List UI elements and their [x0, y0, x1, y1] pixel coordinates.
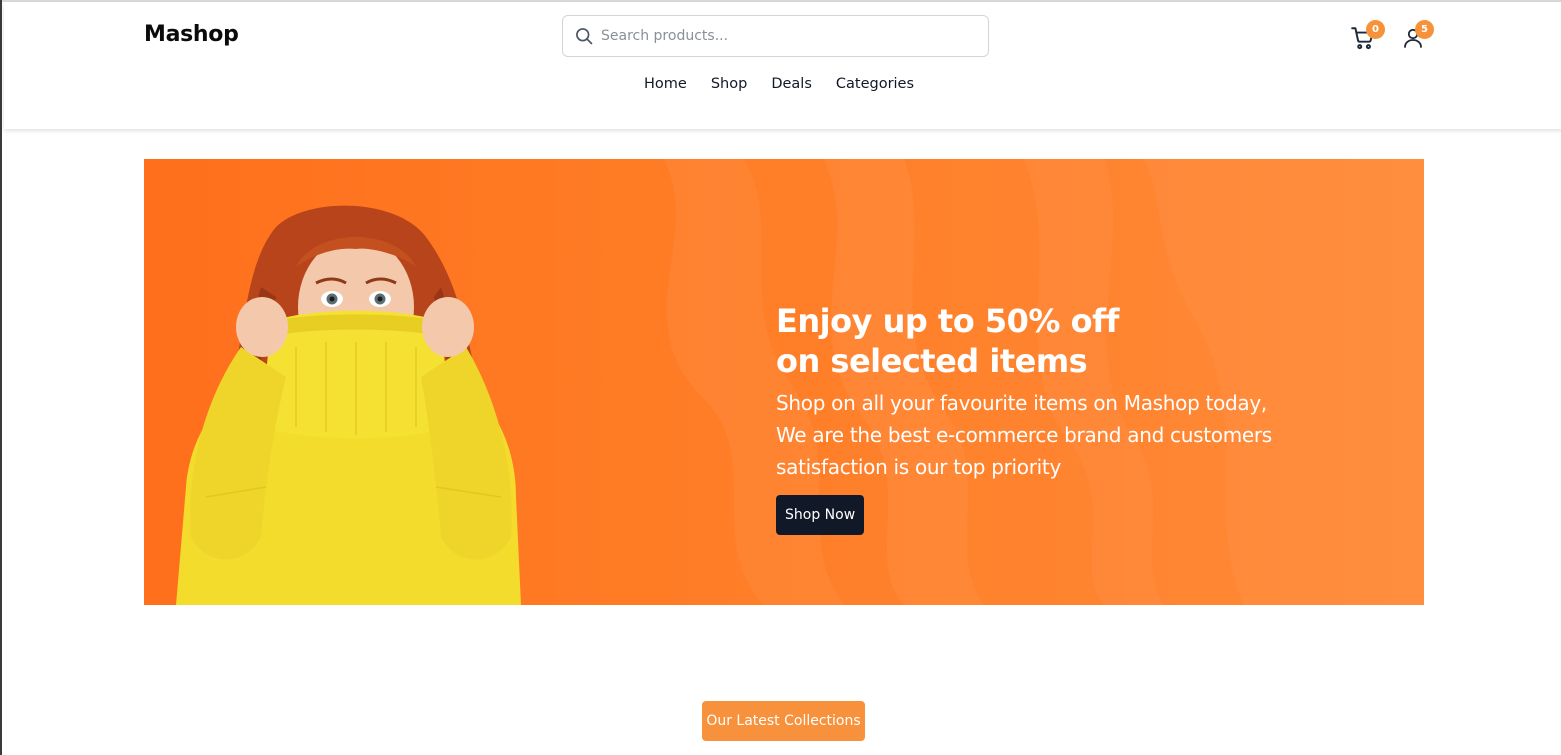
hero-subtitle: Shop on all your favourite items on Mash…: [776, 387, 1336, 483]
nav-categories[interactable]: Categories: [836, 76, 914, 96]
hero-subtitle-line1: Shop on all your favourite items on Mash…: [776, 391, 1267, 415]
hero-banner: Enjoy up to 50% off on selected items Sh…: [144, 159, 1424, 605]
search-bar: [562, 15, 989, 57]
hero-subtitle-line2: We are the best e-commerce brand and cus…: [776, 423, 1272, 447]
hero-title: Enjoy up to 50% off on selected items: [776, 301, 1336, 381]
site-header: Mashop Home Shop Deals Categories 0: [4, 2, 1561, 129]
hero-subtitle-line3: satisfaction is our top priority: [776, 455, 1061, 479]
site-logo[interactable]: Mashop: [144, 22, 239, 47]
cart-button[interactable]: 0: [1350, 20, 1385, 52]
nav-deals[interactable]: Deals: [771, 76, 812, 96]
cart-count-badge: 0: [1366, 20, 1385, 39]
hero-text-block: Enjoy up to 50% off on selected items Sh…: [776, 301, 1336, 535]
search-icon: [576, 28, 593, 45]
search-input[interactable]: [601, 16, 981, 56]
main-nav: Home Shop Deals Categories: [644, 76, 914, 96]
latest-collections-button[interactable]: Our Latest Collections: [702, 701, 865, 741]
account-button[interactable]: 5: [1399, 20, 1434, 52]
nav-shop[interactable]: Shop: [711, 76, 747, 96]
hero-title-line2: on selected items: [776, 342, 1088, 380]
hero-title-line1: Enjoy up to 50% off: [776, 302, 1119, 340]
hero-model-image: [176, 205, 521, 605]
account-count-badge: 5: [1415, 20, 1434, 39]
shop-now-button[interactable]: Shop Now: [776, 495, 865, 535]
nav-home[interactable]: Home: [644, 76, 687, 96]
browser-viewport: Mashop Home Shop Deals Categories 0: [0, 0, 1561, 755]
